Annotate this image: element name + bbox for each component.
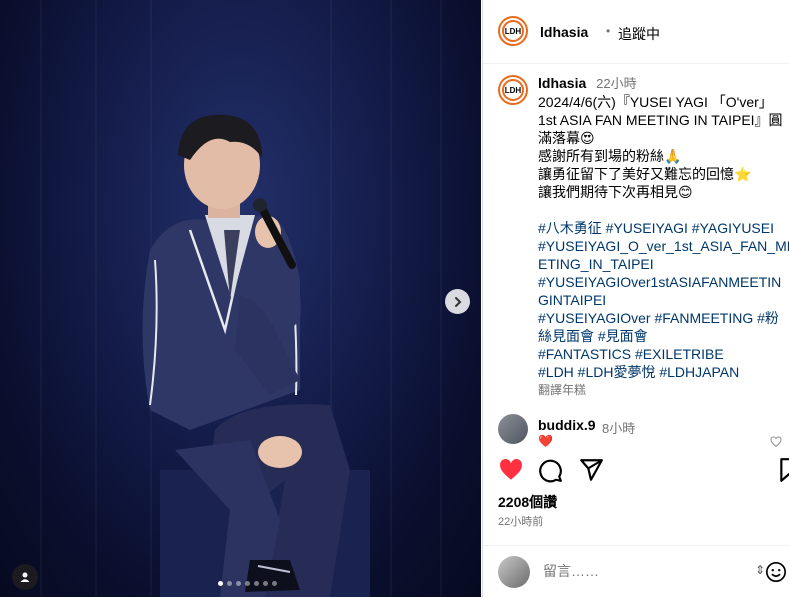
comment-like-icon[interactable] [770, 436, 782, 448]
hashtag-line[interactable]: GINTAIPEI [538, 291, 788, 309]
commenter-avatar[interactable] [498, 414, 528, 444]
next-arrow-icon [454, 296, 461, 307]
post-caption: ldhasia 22小時 2024/4/6(六)『YUSEI YAGI 「O'v… [538, 74, 789, 399]
post-header: LDH ldhasia • 追蹤中 [483, 0, 789, 64]
hashtag-line[interactable]: #YUSEIYAGIOver #FANMEETING #粉 [538, 309, 788, 327]
share-icon[interactable] [578, 457, 604, 483]
emoji-picker-arrows-icon[interactable]: ⇕ [755, 563, 765, 577]
add-comment-bar: ⇕ [483, 545, 789, 598]
heart-icon[interactable] [498, 457, 524, 483]
caption-line: 1st ASIA FAN MEETING IN TAIPEI』圓 [538, 112, 783, 128]
carousel-dot [263, 581, 268, 586]
carousel-indicator [218, 581, 277, 586]
ldh-logo: LDH [502, 20, 524, 42]
account-avatar[interactable]: LDH [498, 16, 528, 46]
hashtag-line[interactable]: #YUSEIYAGI_O_ver_1st_ASIA_FAN_ME [538, 237, 789, 255]
comment-text: ❤️ [538, 434, 553, 448]
comment-icon[interactable] [537, 457, 563, 483]
caption-time: 22小時 [596, 76, 637, 91]
carousel-dot [245, 581, 250, 586]
like-count[interactable]: 2208個讚 [498, 492, 557, 512]
caption-hashtags[interactable]: #八木勇征 #YUSEIYAGI #YAGIYUSEI #YUSEIYAGI_O_… [538, 219, 789, 381]
carousel-dot [254, 581, 259, 586]
carousel-dot [236, 581, 241, 586]
caption-line: 讓我們期待下次再相見😊 [538, 184, 693, 200]
carousel-dot [218, 581, 223, 586]
caption-text: 2024/4/6(六)『YUSEI YAGI 「O'ver」 1st ASIA F… [538, 93, 788, 201]
separator-dot: • [606, 24, 611, 38]
caption-line: 感謝所有到場的粉絲🙏 [538, 148, 682, 164]
caption-author[interactable]: ldhasia [538, 75, 586, 91]
hashtag-line[interactable]: #FANTASTICS #EXILETRIBE [538, 345, 788, 363]
carousel-dot [227, 581, 232, 586]
tagged-users-button[interactable] [12, 564, 38, 590]
post-time[interactable]: 22小時前 [498, 513, 543, 529]
caption-line: 2024/4/6(六)『YUSEI YAGI 「O'ver」 [538, 94, 773, 110]
caption-line: 滿落幕😍 [538, 130, 595, 146]
save-icon[interactable] [777, 457, 789, 483]
post-side-panel: LDH ldhasia • 追蹤中 LDH ldhasia 22小時 2024/… [482, 0, 789, 597]
translate-link[interactable]: 翻譯年糕 [538, 381, 788, 399]
hashtag-line[interactable]: ETING_IN_TAIPEI [538, 255, 788, 273]
carousel-dot [272, 581, 277, 586]
comment-input[interactable] [541, 562, 745, 580]
next-photo-button[interactable] [445, 289, 470, 314]
hashtag-line[interactable]: #LDH #LDH愛夢悅 #LDHJAPAN [538, 363, 788, 381]
emoji-icon[interactable] [765, 561, 787, 583]
performer-figure [142, 114, 370, 597]
caption-avatar[interactable]: LDH [498, 75, 528, 105]
user-tag-icon [20, 572, 30, 582]
action-bar [483, 455, 789, 485]
caption-line: 讓勇征留下了美好又難忘的回憶⭐ [538, 166, 752, 182]
ldh-logo: LDH [502, 79, 524, 101]
comment-time: 8小時 [602, 421, 636, 436]
hashtag-line[interactable]: 絲見面會 #見面會 [538, 327, 788, 345]
account-name[interactable]: ldhasia [540, 24, 588, 40]
hashtag-line[interactable]: #八木勇征 #YUSEIYAGI #YAGIYUSEI [538, 219, 788, 237]
post-photo[interactable] [0, 0, 481, 597]
instagram-post-view: LDH ldhasia • 追蹤中 LDH ldhasia 22小時 2024/… [0, 0, 789, 597]
hashtag-line[interactable]: #YUSEIYAGIOver1stASIAFANMEETIN [538, 273, 788, 291]
viewer-avatar [498, 556, 530, 588]
follow-status[interactable]: 追蹤中 [618, 24, 660, 44]
commenter-name[interactable]: buddix.9 [538, 417, 596, 433]
